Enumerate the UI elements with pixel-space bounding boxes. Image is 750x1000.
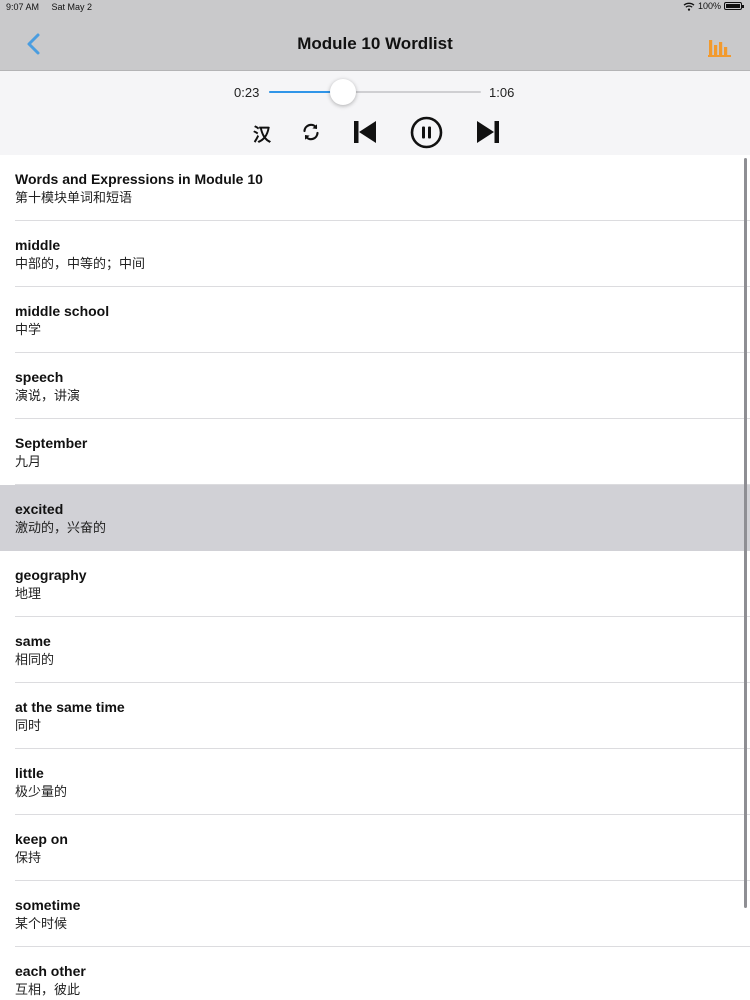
audio-player: 0:23 1:06 汉 (0, 71, 750, 155)
word-english: middle (15, 237, 61, 253)
word-english: September (15, 435, 88, 451)
list-item[interactable]: middle 中部的，中等的；中间 (0, 221, 750, 287)
battery-icon (724, 2, 744, 10)
word-chinese: 保持 (15, 850, 42, 865)
word-chinese: 地理 (15, 586, 42, 601)
skip-next-icon[interactable] (476, 120, 500, 144)
status-date: Sat May 2 (51, 2, 93, 12)
word-english: geography (15, 567, 87, 583)
list-item[interactable]: each other 互相，彼此 (0, 947, 750, 1000)
word-english: each other (15, 963, 86, 979)
word-chinese: 中学 (15, 322, 42, 337)
wordlist-screen: 9:07 AM Sat May 2 100% Module 10 Wordlis… (0, 0, 750, 1000)
word-english: middle school (15, 303, 110, 319)
word-english: keep on (15, 831, 68, 847)
list-item[interactable]: excited 激动的，兴奋的 (0, 485, 750, 551)
word-english: speech (15, 369, 64, 385)
bar-chart-icon[interactable] (708, 37, 731, 57)
list-item[interactable]: at the same time 同时 (0, 683, 750, 749)
list-item[interactable]: geography 地理 (0, 551, 750, 617)
battery-percent: 100% (697, 1, 721, 11)
word-english: same (15, 633, 51, 649)
word-list: Words and Expressions in Module 10 第十模块单词… (0, 155, 750, 1000)
status-bar-right: 100% (683, 1, 744, 11)
list-item[interactable]: sometime 某个时候 (0, 881, 750, 947)
word-chinese: 中部的，中等的；中间 (15, 256, 146, 271)
page-title: Module 10 Wordlist (297, 34, 453, 53)
progress-slider[interactable] (269, 79, 481, 105)
word-english: excited (15, 501, 64, 517)
word-english: little (15, 765, 44, 781)
word-chinese: 第十模块单词和短语 (15, 190, 133, 205)
list-item[interactable]: Words and Expressions in Module 10 第十模块单词… (0, 155, 750, 221)
word-chinese: 演说，讲演 (15, 388, 81, 403)
word-chinese: 某个时候 (15, 916, 68, 931)
skip-previous-icon[interactable] (353, 120, 377, 144)
list-item[interactable]: speech 演说，讲演 (0, 353, 750, 419)
list-item[interactable]: same 相同的 (0, 617, 750, 683)
word-chinese: 同时 (15, 718, 42, 733)
word-english: Words and Expressions in Module 10 (15, 171, 263, 187)
elapsed-time: 0:23 (234, 85, 260, 100)
list-item[interactable]: keep on 保持 (0, 815, 750, 881)
word-english: sometime (15, 897, 81, 913)
list-item[interactable]: little 极少量的 (0, 749, 750, 815)
wifi-icon (683, 2, 695, 11)
word-chinese: 九月 (15, 454, 42, 469)
status-time: 9:07 AM (6, 2, 40, 12)
list-item[interactable]: September 九月 (0, 419, 750, 485)
word-chinese: 互相，彼此 (15, 982, 81, 997)
status-bar-left: 9:07 AM Sat May 2 (6, 2, 102, 12)
navigation-bar: 9:07 AM Sat May 2 100% Module 10 Wordlis… (0, 0, 750, 71)
progress-thumb[interactable] (330, 79, 357, 105)
chinese-toggle-button[interactable]: 汉 (252, 121, 272, 147)
word-english: at the same time (15, 699, 125, 715)
word-chinese: 激动的，兴奋的 (15, 520, 107, 535)
total-time: 1:06 (489, 85, 515, 100)
word-chinese: 极少量的 (15, 784, 68, 799)
pause-button[interactable] (410, 116, 443, 149)
list-item[interactable]: middle school 中学 (0, 287, 750, 353)
scrollbar[interactable] (744, 158, 747, 908)
word-chinese: 相同的 (15, 652, 55, 667)
repeat-icon[interactable] (301, 122, 321, 142)
